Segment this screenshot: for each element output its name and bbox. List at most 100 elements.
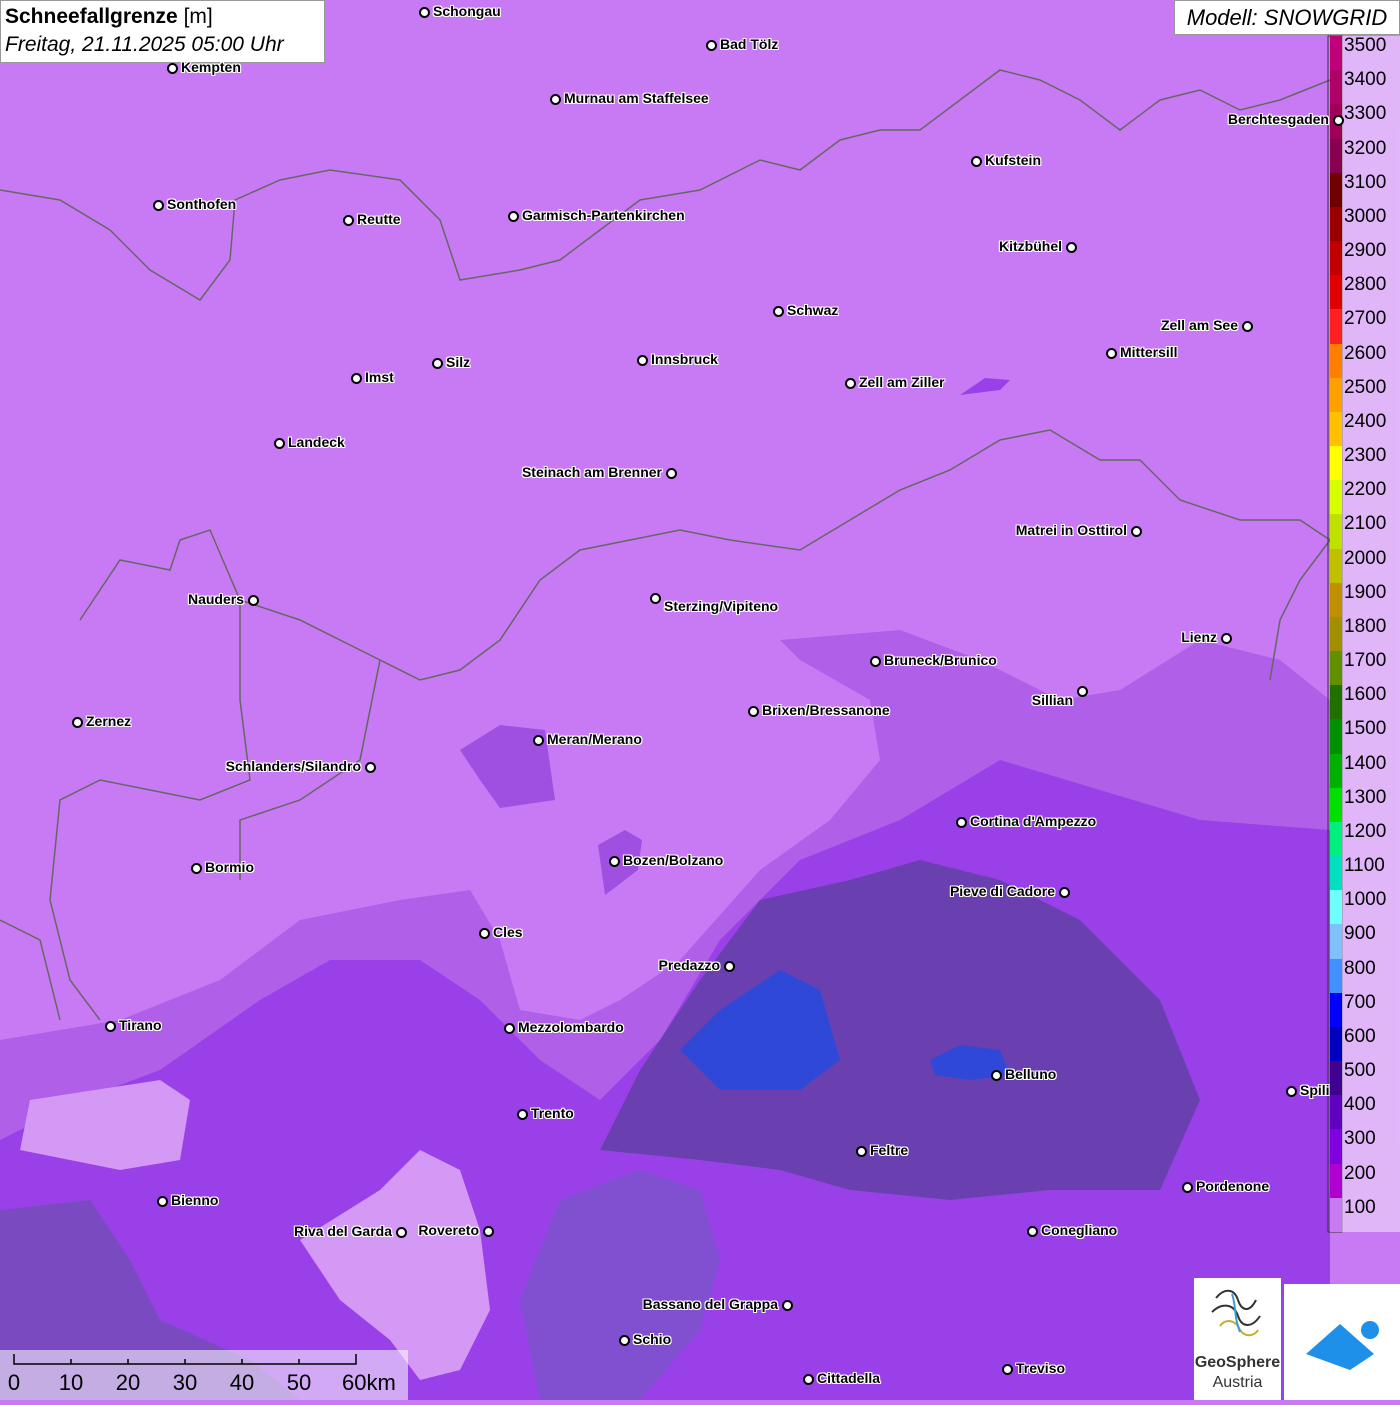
city-marker[interactable]: [1242, 321, 1253, 332]
city-marker[interactable]: [504, 1023, 515, 1034]
city-marker[interactable]: [72, 717, 83, 728]
city-marker[interactable]: [845, 378, 856, 389]
city-label: Cortina d'Ampezzo: [970, 813, 1097, 829]
app-logo-mark: [1306, 1321, 1379, 1370]
app-logo[interactable]: [1284, 1284, 1400, 1400]
city-marker[interactable]: [1131, 526, 1142, 537]
legend-swatch: [1330, 616, 1342, 652]
legend-label: 1500: [1344, 718, 1387, 740]
city-label: Zernez: [86, 713, 132, 729]
legend-label: 300: [1344, 1128, 1376, 1150]
city-label: Mittersill: [1120, 344, 1178, 360]
city-marker[interactable]: [1059, 887, 1070, 898]
city-marker[interactable]: [419, 7, 430, 18]
legend-swatch: [1330, 36, 1342, 71]
city-marker[interactable]: [533, 735, 544, 746]
city-marker[interactable]: [956, 817, 967, 828]
city-label: Nauders: [187, 591, 244, 607]
city-marker[interactable]: [870, 656, 881, 667]
logo-sub: Austria: [1212, 1374, 1263, 1391]
legend-swatch: [1330, 206, 1342, 242]
map-title: Schneefallgrenze [m]: [5, 3, 320, 31]
legend-label: 3000: [1344, 205, 1387, 227]
city-marker[interactable]: [508, 211, 519, 222]
city-marker[interactable]: [153, 200, 164, 211]
legend-label: 3500: [1344, 35, 1387, 56]
city-label: Brixen/Bressanone: [762, 702, 890, 718]
city-marker[interactable]: [365, 762, 376, 773]
city-marker[interactable]: [724, 961, 735, 972]
city-label: Innsbruck: [651, 351, 718, 367]
legend-swatch: [1330, 1163, 1342, 1199]
city-marker[interactable]: [773, 306, 784, 317]
legend-swatch: [1330, 1197, 1342, 1233]
city-marker[interactable]: [666, 468, 677, 479]
city-marker[interactable]: [483, 1226, 494, 1237]
city-label: Kufstein: [985, 152, 1041, 168]
legend-swatch: [1330, 924, 1342, 960]
city-label: Cittadella: [817, 1370, 881, 1386]
city-marker[interactable]: [167, 63, 178, 74]
city-marker[interactable]: [191, 863, 202, 874]
city-marker[interactable]: [706, 40, 717, 51]
city-label: Bassano del Grappa: [642, 1296, 778, 1312]
city-label: Garmisch-Partenkirchen: [522, 207, 685, 223]
legend-swatch: [1330, 719, 1342, 755]
legend-label: 600: [1344, 1025, 1376, 1047]
city-marker[interactable]: [248, 595, 259, 606]
city-marker[interactable]: [619, 1335, 630, 1346]
legend-label: 1100: [1344, 855, 1385, 877]
city-marker[interactable]: [351, 373, 362, 384]
legend-label: 700: [1344, 991, 1376, 1013]
city-marker[interactable]: [274, 438, 285, 449]
legend-swatch: [1330, 138, 1342, 174]
city-marker[interactable]: [637, 355, 648, 366]
city-label: Spili: [1300, 1082, 1330, 1098]
legend-swatch: [1330, 958, 1342, 994]
city-marker[interactable]: [1286, 1086, 1297, 1097]
city-marker[interactable]: [748, 706, 759, 717]
city-label: Trento: [531, 1105, 574, 1121]
geosphere-logo-mark: [1211, 1289, 1261, 1337]
city-marker[interactable]: [343, 215, 354, 226]
city-marker[interactable]: [971, 156, 982, 167]
city-marker[interactable]: [1106, 348, 1117, 359]
city-marker[interactable]: [396, 1227, 407, 1238]
city-label: Sillian: [1031, 692, 1073, 708]
city-marker[interactable]: [782, 1300, 793, 1311]
city-marker[interactable]: [550, 94, 561, 105]
map-datetime: Freitag, 21.11.2025 05:00 Uhr: [5, 33, 284, 56]
city-marker[interactable]: [517, 1109, 528, 1120]
city-marker[interactable]: [1077, 686, 1088, 697]
legend-swatch: [1330, 411, 1342, 447]
city-marker[interactable]: [432, 358, 443, 369]
legend-label: 1700: [1344, 650, 1387, 672]
legend-label: 1200: [1344, 820, 1387, 842]
city-marker[interactable]: [1182, 1182, 1193, 1193]
city-marker[interactable]: [650, 593, 661, 604]
city-marker[interactable]: [1066, 242, 1077, 253]
legend-swatch: [1330, 685, 1342, 720]
city-marker[interactable]: [1221, 633, 1232, 644]
city-marker[interactable]: [1027, 1226, 1038, 1237]
legend-label: 500: [1344, 1060, 1376, 1082]
scale-tick-label: 60km: [342, 1370, 396, 1395]
legend-label: 2800: [1344, 274, 1387, 296]
legend-label: 2600: [1344, 342, 1387, 364]
geosphere-logo[interactable]: GeoSphere Austria: [1194, 1278, 1281, 1400]
city-label: Landeck: [288, 434, 345, 450]
legend-swatch: [1330, 275, 1342, 310]
city-marker[interactable]: [157, 1196, 168, 1207]
legend-swatch: [1330, 548, 1342, 584]
city-label: Kempten: [181, 59, 241, 75]
city-marker[interactable]: [479, 928, 490, 939]
city-marker[interactable]: [803, 1374, 814, 1385]
city-marker[interactable]: [1002, 1364, 1013, 1375]
city-marker[interactable]: [856, 1146, 867, 1157]
city-marker[interactable]: [609, 856, 620, 867]
city-marker[interactable]: [991, 1070, 1002, 1081]
city-marker[interactable]: [1333, 115, 1344, 126]
legend-swatch: [1330, 241, 1342, 276]
city-marker[interactable]: [105, 1021, 116, 1032]
city-label: Mezzolombardo: [518, 1019, 624, 1035]
